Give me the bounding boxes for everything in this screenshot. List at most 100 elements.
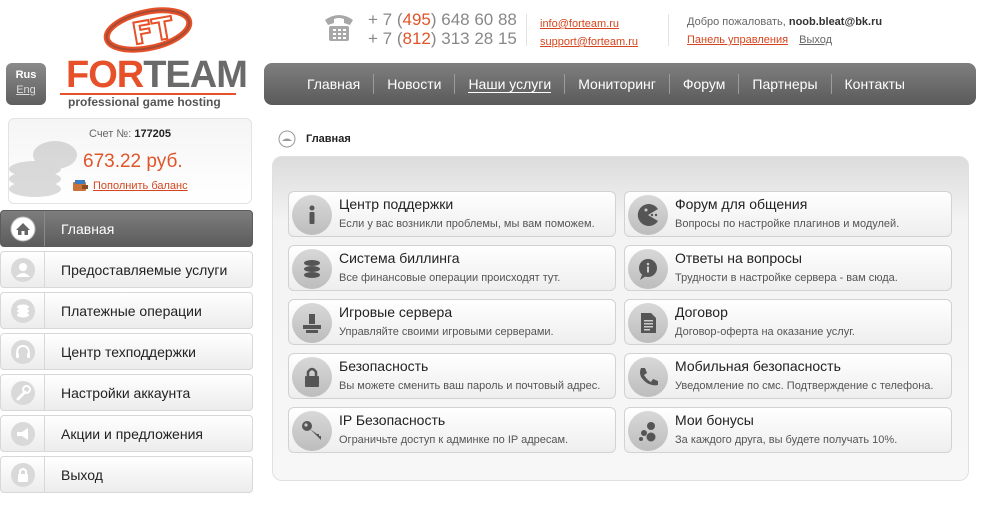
card-title: Договор <box>675 304 728 320</box>
card-title: Ответы на вопросы <box>675 250 802 266</box>
card-description: Вы можете сменить ваш пароль и почтовый … <box>339 380 601 392</box>
faq-icon <box>628 249 668 289</box>
control-panel-link[interactable]: Панель управления <box>687 34 788 46</box>
card-description: Ограничьте доступ к админке по IP адреса… <box>339 434 569 446</box>
coins-icon <box>1 293 45 328</box>
sidebar-item-promos[interactable]: Акции и предложения <box>0 415 253 452</box>
card-description: Управляйте своими игровыми серверами. <box>339 326 554 338</box>
card-title: IP Безопасность <box>339 412 446 428</box>
sidebar-item-label: Главная <box>61 220 115 237</box>
wrench-icon <box>1 375 45 410</box>
account-panel: Счет №: 177205 673.22 руб. Пополнить бал… <box>8 118 252 204</box>
key-icon <box>292 411 332 451</box>
phone-moscow: + 7 (495) 648 60 88 <box>368 10 517 29</box>
card-bonuses[interactable]: Мои бонусы За каждого друга, вы будете п… <box>624 407 952 453</box>
card-description: Вопросы по настройке плагинов и модулей. <box>675 218 900 230</box>
lock-icon <box>1 457 45 492</box>
card-title: Мои бонусы <box>675 412 754 428</box>
server-icon <box>292 303 332 343</box>
sidebar-item-label: Предоставляемые услуги <box>61 261 228 278</box>
sidebar-item-logout[interactable]: Выход <box>0 456 253 493</box>
topup-row: Пополнить баланс <box>73 180 188 192</box>
header-divider <box>526 14 527 46</box>
breadcrumb-home-icon <box>278 130 296 148</box>
card-security[interactable]: Безопасность Вы можете сменить ваш парол… <box>288 353 616 399</box>
bonus-icon <box>628 411 668 451</box>
card-title: Центр поддержки <box>339 196 454 212</box>
nav-news[interactable]: Новости <box>374 63 454 105</box>
home-icon <box>1 211 45 246</box>
breadcrumb: Главная <box>278 130 351 148</box>
info-email-link[interactable]: info@forteam.ru <box>540 15 638 33</box>
card-title: Мобильная безопасность <box>675 358 841 374</box>
card-title: Безопасность <box>339 358 429 374</box>
sidebar-item-home[interactable]: Главная <box>0 210 253 247</box>
wallet-icon <box>73 180 88 192</box>
welcome-text: Добро пожаловать, <box>687 16 786 28</box>
user-icon <box>1 252 45 287</box>
contact-phones: + 7 (495) 648 60 88 + 7 (812) 313 28 15 <box>368 10 517 48</box>
card-title: Система биллинга <box>339 250 460 266</box>
nav-home[interactable]: Главная <box>294 63 373 105</box>
sidebar-item-settings[interactable]: Настройки аккаунта <box>0 374 253 411</box>
lock-icon <box>292 357 332 397</box>
sidebar-item-services[interactable]: Предоставляемые услуги <box>0 251 253 288</box>
card-title: Игровые сервера <box>339 304 453 320</box>
svg-text:FT: FT <box>130 11 177 53</box>
sidebar-item-label: Центр техподдержки <box>61 343 196 360</box>
nav-partners[interactable]: Партнеры <box>739 63 830 105</box>
card-description: Если у вас возникли проблемы, мы вам пом… <box>339 218 595 230</box>
sidebar-item-label: Платежные операции <box>61 302 202 319</box>
headset-icon <box>1 334 45 369</box>
chat-icon <box>628 195 668 235</box>
card-game-servers[interactable]: Игровые сервера Управляйте своими игровы… <box>288 299 616 345</box>
phone-spb: + 7 (812) 313 28 15 <box>368 29 517 48</box>
card-faq[interactable]: Ответы на вопросы Трудности в настройке … <box>624 245 952 291</box>
language-switcher: Rus Eng <box>6 63 46 105</box>
nav-forum[interactable]: Форум <box>670 63 739 105</box>
card-ip-security[interactable]: IP Безопасность Ограничьте доступ к адми… <box>288 407 616 453</box>
user-email: noob.bleat@bk.ru <box>788 16 883 28</box>
logout-link[interactable]: Выход <box>799 34 832 46</box>
card-billing[interactable]: Система биллинга Все финансовые операции… <box>288 245 616 291</box>
card-description: Договор-оферта на оказание услуг. <box>675 326 855 338</box>
user-block: Добро пожаловать, noob.bleat@bk.ru Панел… <box>687 13 882 49</box>
nav-services[interactable]: Наши услуги <box>455 63 564 105</box>
card-description: За каждого друга, вы будете получать 10%… <box>675 434 898 446</box>
breadcrumb-current: Главная <box>306 133 351 145</box>
logo-tagline: professional game hosting <box>60 93 236 109</box>
card-description: Уведомление по смс. Подтверждение с теле… <box>675 380 934 392</box>
card-description: Все финансовые операции происходят тут. <box>339 272 561 284</box>
card-title: Форум для общения <box>675 196 808 212</box>
account-number: Счет №: 177205 <box>89 128 172 140</box>
card-forum[interactable]: Форум для общения Вопросы по настройке п… <box>624 191 952 237</box>
support-email-link[interactable]: support@forteam.ru <box>540 33 638 51</box>
forteam-logo[interactable]: FORTEAM professional game hosting <box>60 56 260 109</box>
topup-balance-link[interactable]: Пополнить баланс <box>93 180 188 192</box>
header-divider <box>668 14 669 46</box>
megaphone-icon <box>1 416 45 451</box>
sidebar-item-support[interactable]: Центр техподдержки <box>0 333 253 370</box>
account-balance: 673.22 руб. <box>83 151 183 172</box>
dashboard-panel: Центр поддержки Если у вас возникли проб… <box>272 156 969 481</box>
card-support-center[interactable]: Центр поддержки Если у вас возникли проб… <box>288 191 616 237</box>
phone-icon <box>628 357 668 397</box>
card-mobile-security[interactable]: Мобильная безопасность Уведомление по см… <box>624 353 952 399</box>
document-icon <box>628 303 668 343</box>
main-content: Главная Центр поддержки Если у вас возни… <box>264 118 975 483</box>
lang-rus[interactable]: Rus <box>6 68 46 83</box>
logo-text-team: TEAM <box>143 54 248 96</box>
coins-icon <box>292 249 332 289</box>
nav-contacts[interactable]: Контакты <box>832 63 918 105</box>
logo-text-for: FOR <box>66 54 144 96</box>
lang-eng[interactable]: Eng <box>6 83 46 98</box>
card-contract[interactable]: Договор Договор-оферта на оказание услуг… <box>624 299 952 345</box>
ft-emblem-logo: FT <box>102 4 194 56</box>
sidebar-item-label: Настройки аккаунта <box>61 384 191 401</box>
nav-monitoring[interactable]: Мониторинг <box>565 63 669 105</box>
main-nav: Главная Новости Наши услуги Мониторинг Ф… <box>264 63 976 105</box>
sidebar-item-label: Акции и предложения <box>61 425 203 442</box>
info-icon <box>292 195 332 235</box>
sidebar-item-payments[interactable]: Платежные операции <box>0 292 253 329</box>
sidebar-menu: Главная Предоставляемые услуги Платежные… <box>0 210 253 497</box>
